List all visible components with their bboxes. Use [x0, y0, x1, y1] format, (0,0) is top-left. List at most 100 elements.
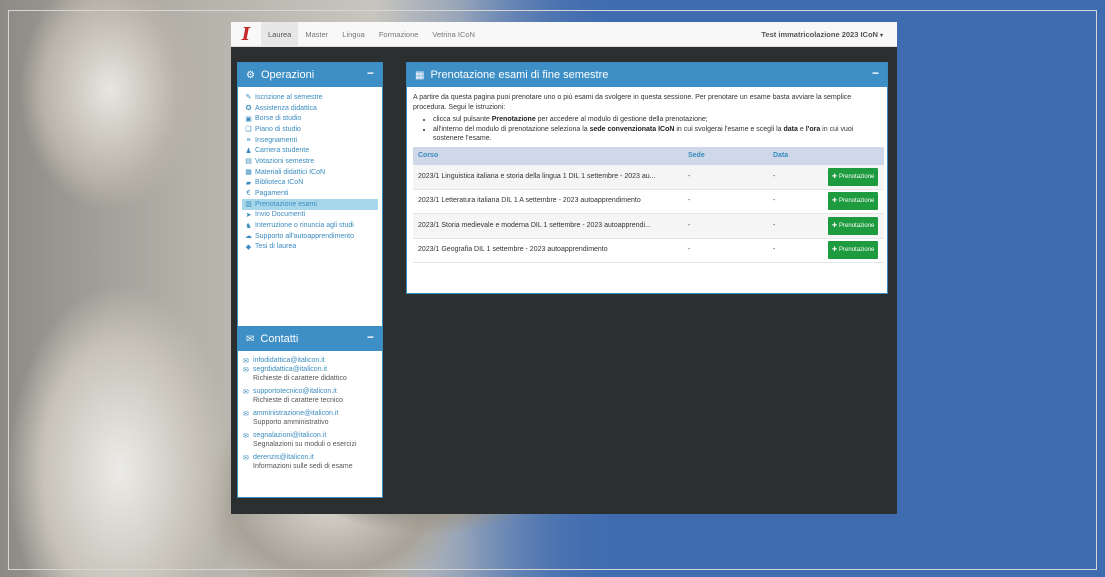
nav-item-formazione[interactable]: Formazione: [372, 22, 426, 47]
op-item-carriera[interactable]: ♟ Carriera studente: [242, 145, 378, 156]
contact-entry: ✉ derenzis@italicon.it Informazioni sulle…: [243, 453, 377, 471]
operations-panel: ⚙ Operazioni − ✎ Iscrizione al semestre ✪…: [237, 62, 383, 330]
exams-table: Corso Sede Data 2023/1 Linguistica itali…: [413, 146, 884, 264]
prenotazione-button[interactable]: ✚ Prenotazione: [828, 241, 879, 260]
plus-icon: ✚: [832, 247, 838, 254]
email-link[interactable]: ✉ infodidattica@italicon.it: [243, 356, 377, 365]
collapse-icon[interactable]: −: [367, 66, 374, 80]
cell-corso: 2023/1 Geografia DIL 1 settembre - 2023 …: [413, 238, 683, 263]
envelope-icon: ✉: [243, 388, 249, 396]
caret-down-icon: ▾: [879, 33, 883, 39]
op-item-supporto[interactable]: ☁ Supporto all'autoapprendimento: [242, 231, 378, 242]
contact-entry: ✉ supportotecnico@italicon.it Richieste d…: [243, 387, 377, 405]
cell-data: -: [768, 238, 823, 263]
instruction-item: clicca sul pulsante Prenotazione per acc…: [433, 115, 881, 125]
user-label: Test immatricolazione 2023 ICoN: [761, 30, 878, 39]
op-item-biblioteca[interactable]: ▰ Biblioteca ICoN: [242, 178, 378, 189]
op-item-tesi[interactable]: ◆ Tesi di laurea: [242, 242, 378, 253]
contact-desc: Supporto amministrativo: [253, 419, 329, 426]
table-row: 2023/1 Storia medievale e moderna DIL 1 …: [413, 213, 884, 239]
contact-desc: Segnalazioni su moduli o esercizi: [253, 441, 357, 448]
op-item-prenotazione[interactable]: ▥ Prenotazione esami: [242, 198, 378, 210]
exam-booking-heading: ▦ Prenotazione esami di fine semestre −: [407, 63, 887, 87]
contact-desc: Richieste di carattere didattico: [253, 375, 347, 382]
email-link[interactable]: ✉ amministrazione@italicon.it: [243, 409, 377, 418]
intro-text: A partire da questa pagina puoi prenotar…: [413, 94, 852, 111]
nav-item-lingua[interactable]: Lingua: [335, 22, 372, 47]
collapse-icon[interactable]: −: [872, 66, 879, 80]
op-item-interruzione[interactable]: ♞ Interruzione o rinuncia agli studi: [242, 220, 378, 231]
op-item-iscrizione[interactable]: ✎ Iscrizione al semestre: [242, 92, 378, 103]
exam-booking-panel: ▦ Prenotazione esami di fine semestre − …: [406, 62, 888, 294]
book-icon: ▰: [245, 179, 252, 187]
instructions-list: clicca sul pulsante Prenotazione per acc…: [433, 115, 881, 144]
nav-item-vetrina[interactable]: Vetrina ICoN: [425, 22, 482, 47]
book-open-icon: ❑: [245, 126, 252, 134]
contact-entry: ✉ amministrazione@italicon.it Supporto am…: [243, 409, 377, 427]
send-icon: ➤: [245, 211, 252, 219]
table-row: 2023/1 Geografia DIL 1 settembre - 2023 …: [413, 238, 884, 263]
op-item-assistenza[interactable]: ✪ Assistenza didattica: [242, 103, 378, 114]
user-minus-icon: ♞: [245, 222, 252, 230]
op-item-invio[interactable]: ➤ Invio Documenti: [242, 210, 378, 221]
money-icon: ▣: [245, 115, 252, 123]
brand-logo[interactable]: I: [231, 22, 261, 47]
contacts-heading: ✉ Contatti −: [238, 327, 382, 351]
cell-data: -: [768, 189, 823, 214]
table-header-row: Corso Sede Data: [413, 146, 884, 165]
table-row: 2023/1 Letteratura italiana DIL 1 A sett…: [413, 189, 884, 214]
nav-item-laurea[interactable]: Laurea: [261, 21, 299, 47]
email-link[interactable]: ✉ supportotecnico@italicon.it: [243, 387, 377, 396]
col-data: Data: [773, 151, 789, 159]
op-item-borse[interactable]: ▣ Borse di studio: [242, 113, 378, 124]
envelope-icon: ✉: [243, 432, 249, 440]
cell-sede: -: [683, 213, 768, 239]
nav-item-master[interactable]: Master: [298, 22, 335, 47]
contacts-title: Contatti: [260, 333, 299, 345]
calendar-icon: ▥: [245, 201, 252, 209]
plus-icon: ✚: [832, 198, 838, 205]
cell-sede: -: [683, 238, 768, 263]
graduation-cap-icon: ◆: [245, 243, 252, 251]
exam-booking-title: Prenotazione esami di fine semestre: [430, 69, 609, 81]
cogs-icon: ⚙: [246, 69, 255, 81]
cell-corso: 2023/1 Storia medievale e moderna DIL 1 …: [413, 213, 683, 239]
prenotazione-button[interactable]: ✚ Prenotazione: [828, 216, 879, 235]
contacts-list: ✉ infodidattica@italicon.it ✉ segrdidattic…: [238, 351, 382, 480]
op-item-votazioni[interactable]: ▤ Votazioni semestre: [242, 156, 378, 167]
cell-sede: -: [683, 164, 768, 190]
operations-title: Operazioni: [260, 69, 315, 81]
instruction-item: all'interno del modulo di prenotazione s…: [433, 125, 881, 144]
plus-icon: ✚: [832, 173, 838, 180]
envelope-icon: ✉: [243, 366, 249, 374]
user-dropdown[interactable]: Test immatricolazione 2023 ICoN ▾: [761, 22, 883, 47]
email-link[interactable]: ✉ segrdidattica@italicon.it: [243, 365, 377, 374]
op-item-insegnamenti[interactable]: ≡ Insegnamenti: [242, 135, 378, 146]
collapse-icon[interactable]: −: [367, 330, 374, 344]
support-icon: ✪: [245, 105, 252, 113]
grid-icon: ▦: [245, 169, 252, 177]
operations-list: ✎ Iscrizione al semestre ✪ Assistenza dida…: [238, 87, 382, 257]
list-icon: ≡: [246, 136, 251, 144]
euro-icon: €: [246, 190, 251, 198]
top-navbar: I Laurea Master Lingua Formazione Vetrin…: [231, 21, 897, 47]
calendar-icon: ▦: [415, 69, 425, 81]
op-item-pagamenti[interactable]: € Pagamenti: [242, 188, 378, 199]
email-link[interactable]: ✉ segnalazioni@italicon.it: [243, 431, 377, 440]
envelope-icon: ✉: [243, 454, 249, 462]
email-link[interactable]: ✉ derenzis@italicon.it: [243, 453, 377, 462]
col-sede: Sede: [688, 151, 705, 159]
op-item-piano[interactable]: ❑ Piano di studio: [242, 124, 378, 135]
contact-entry: ✉ infodidattica@italicon.it ✉ segrdidattic…: [243, 356, 377, 383]
prenotazione-button[interactable]: ✚ Prenotazione: [828, 167, 879, 186]
contact-entry: ✉ segnalazioni@italicon.it Segnalazioni s…: [243, 431, 377, 449]
cell-corso: 2023/1 Linguistica italiana e storia del…: [413, 164, 683, 190]
prenotazione-button[interactable]: ✚ Prenotazione: [828, 192, 879, 211]
col-corso: Corso: [418, 151, 439, 159]
contact-desc: Richieste di carattere tecnico: [253, 397, 343, 404]
cell-data: -: [768, 213, 823, 239]
exam-booking-body: A partire da questa pagina puoi prenotar…: [407, 87, 887, 269]
col-action: [823, 147, 884, 165]
op-item-materiali[interactable]: ▦ Materiali didattici ICoN: [242, 167, 378, 178]
plus-icon: ✚: [832, 222, 838, 229]
